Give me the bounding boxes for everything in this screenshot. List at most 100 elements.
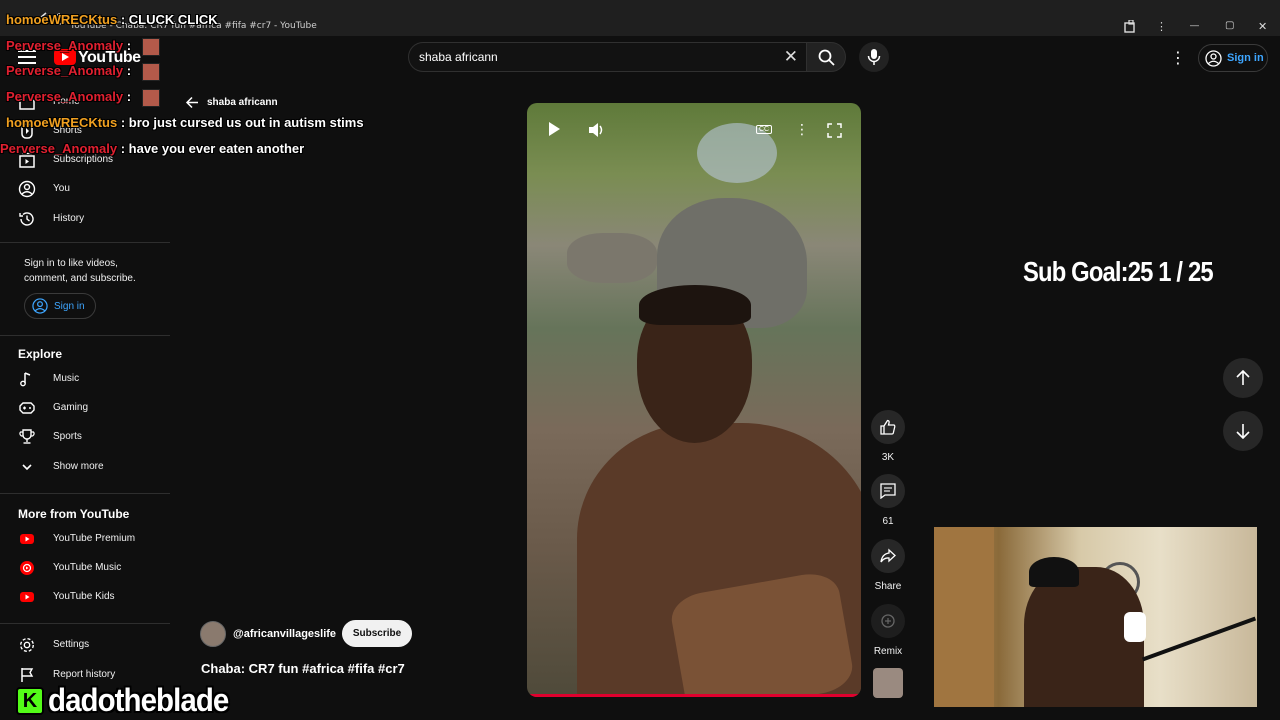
share-button[interactable]: Share — [871, 539, 905, 592]
sidebar-item-label: You — [53, 183, 70, 194]
chevron-down-icon — [22, 464, 32, 471]
sidebar-item-youtube-premium[interactable]: YouTube Premium — [0, 525, 170, 553]
like-button[interactable]: 3K — [871, 410, 905, 463]
sidebar-item-music[interactable]: Music — [0, 365, 170, 393]
more-from-youtube-heading: More from YouTube — [18, 507, 130, 521]
sidebar-divider — [0, 242, 170, 243]
webcam-headwear — [1029, 557, 1079, 587]
chat-emote-image — [142, 63, 160, 81]
webcam-microphone — [1124, 612, 1146, 642]
shorts-video-player[interactable]: CC ⋮ — [527, 103, 861, 697]
youtube-music-icon — [20, 561, 34, 575]
remix-button[interactable]: Remix — [871, 604, 905, 657]
sidebar-item-show-more[interactable]: Show more — [0, 453, 170, 481]
minimize-button[interactable]: — — [1190, 20, 1199, 30]
chat-username: homoeWRECKtus — [6, 12, 118, 27]
gaming-icon — [19, 402, 35, 414]
back-to-search-button[interactable]: shaba africann — [185, 95, 278, 115]
sidebar-item-label: YouTube Music — [53, 562, 122, 573]
search-button[interactable] — [806, 42, 846, 72]
sidebar-item-label: Report history — [53, 669, 116, 680]
video-progress-bar[interactable] — [527, 694, 861, 697]
chat-message: Perverse_Anomaly : — [6, 38, 131, 53]
arrow-up-icon — [1236, 370, 1250, 385]
settings-more-icon[interactable]: ⋮ — [1170, 48, 1186, 68]
chat-emote-image — [142, 38, 160, 56]
video-title[interactable]: Chaba: CR7 fun #africa #fifa #cr7 — [201, 661, 405, 676]
youtube-topbar: YouTube shaba africann ✕ ⋮ Sign in — [0, 36, 1280, 80]
video-more-icon[interactable]: ⋮ — [795, 121, 809, 138]
voice-search-button[interactable] — [859, 42, 889, 72]
volume-icon[interactable] — [588, 122, 606, 138]
sidebar: Home Shorts Subscriptions You History Si… — [0, 80, 170, 720]
extensions-icon[interactable] — [1124, 20, 1137, 33]
clear-search-icon[interactable]: ✕ — [784, 47, 798, 67]
you-icon — [18, 180, 36, 198]
sidebar-divider — [0, 493, 170, 494]
chat-text: : — [126, 63, 132, 78]
search-icon — [818, 49, 835, 66]
sidebar-item-history[interactable]: History — [0, 205, 170, 233]
chat-message: homoeWRECKtus : bro just cursed us out i… — [6, 115, 364, 130]
signin-label: Sign in — [54, 301, 85, 312]
previous-video-button[interactable] — [1223, 358, 1263, 398]
chat-message: Perverse_Anomaly : — [6, 63, 131, 78]
thumbs-up-icon — [880, 419, 896, 435]
chat-emote-image — [142, 89, 160, 107]
video-frame-person-hair — [639, 285, 751, 325]
arrow-left-icon — [185, 96, 198, 109]
channel-avatar[interactable] — [200, 621, 226, 647]
youtube-kids-icon — [20, 592, 34, 602]
back-query-label: shaba africann — [207, 97, 278, 108]
search-input-value[interactable]: shaba africann — [419, 50, 498, 64]
sidebar-item-label: Gaming — [53, 402, 89, 413]
remix-icon — [881, 614, 895, 628]
sidebar-item-youtube-kids[interactable]: YouTube Kids — [0, 583, 170, 611]
signin-label: Sign in — [1227, 52, 1264, 64]
chat-username: homoeWRECKtus — [6, 115, 118, 130]
sidebar-item-gaming[interactable]: Gaming — [0, 394, 170, 422]
sports-icon — [19, 429, 35, 444]
chat-username: Perverse_Anomaly — [6, 38, 124, 53]
sub-goal-counter: Sub Goal:25 1 / 25 — [1023, 256, 1214, 287]
browser-menu-icon[interactable]: ⋮ — [1156, 20, 1167, 33]
chat-text: : bro just cursed us out in autism stims — [120, 115, 364, 130]
webcam-curtain — [934, 527, 994, 707]
signin-note: Sign in to like videos, comment, and sub… — [24, 258, 136, 284]
chat-text: : — [126, 38, 132, 53]
fullscreen-icon[interactable] — [827, 123, 842, 138]
sidebar-item-label: Settings — [53, 639, 90, 650]
sound-thumbnail[interactable] — [873, 668, 903, 698]
channel-name[interactable]: @africanvillageslife — [233, 628, 336, 640]
chat-text: : — [126, 89, 132, 104]
microphone-icon — [867, 49, 881, 65]
search-input[interactable]: shaba africann ✕ — [408, 42, 806, 72]
sidebar-item-youtube-music[interactable]: YouTube Music — [0, 554, 170, 582]
sidebar-item-settings[interactable]: Settings — [0, 631, 170, 659]
youtube-premium-icon — [20, 534, 34, 544]
explore-heading: Explore — [18, 347, 63, 361]
close-window-button[interactable]: ✕ — [1258, 20, 1267, 33]
play-icon[interactable] — [549, 122, 560, 136]
sidebar-signin-button[interactable]: Sign in — [24, 293, 96, 319]
captions-icon[interactable]: CC — [756, 125, 773, 134]
subscribe-button[interactable]: Subscribe — [342, 620, 412, 647]
sidebar-item-you[interactable]: You — [0, 175, 170, 203]
streamer-name: dadotheblade — [48, 682, 229, 718]
sidebar-divider — [0, 623, 170, 624]
sidebar-item-label: YouTube Premium — [53, 533, 136, 544]
chat-text: : CLUCK CLICK — [120, 12, 218, 27]
kick-logo-icon: K — [16, 687, 44, 715]
sidebar-item-sports[interactable]: Sports — [0, 423, 170, 451]
sidebar-item-label: YouTube Kids — [53, 591, 115, 602]
history-icon — [19, 212, 34, 226]
comment-count: 61 — [882, 516, 894, 527]
comments-button[interactable]: 61 — [871, 474, 905, 527]
signin-button[interactable]: Sign in — [1198, 44, 1268, 72]
next-video-button[interactable] — [1223, 411, 1263, 451]
restore-button[interactable]: ▢ — [1225, 20, 1234, 31]
sidebar-item-label: Sports — [53, 431, 82, 442]
arrow-down-icon — [1236, 424, 1250, 439]
sidebar-divider — [0, 335, 170, 336]
chat-message: Perverse_Anomaly : have you ever eaten a… — [0, 141, 304, 156]
